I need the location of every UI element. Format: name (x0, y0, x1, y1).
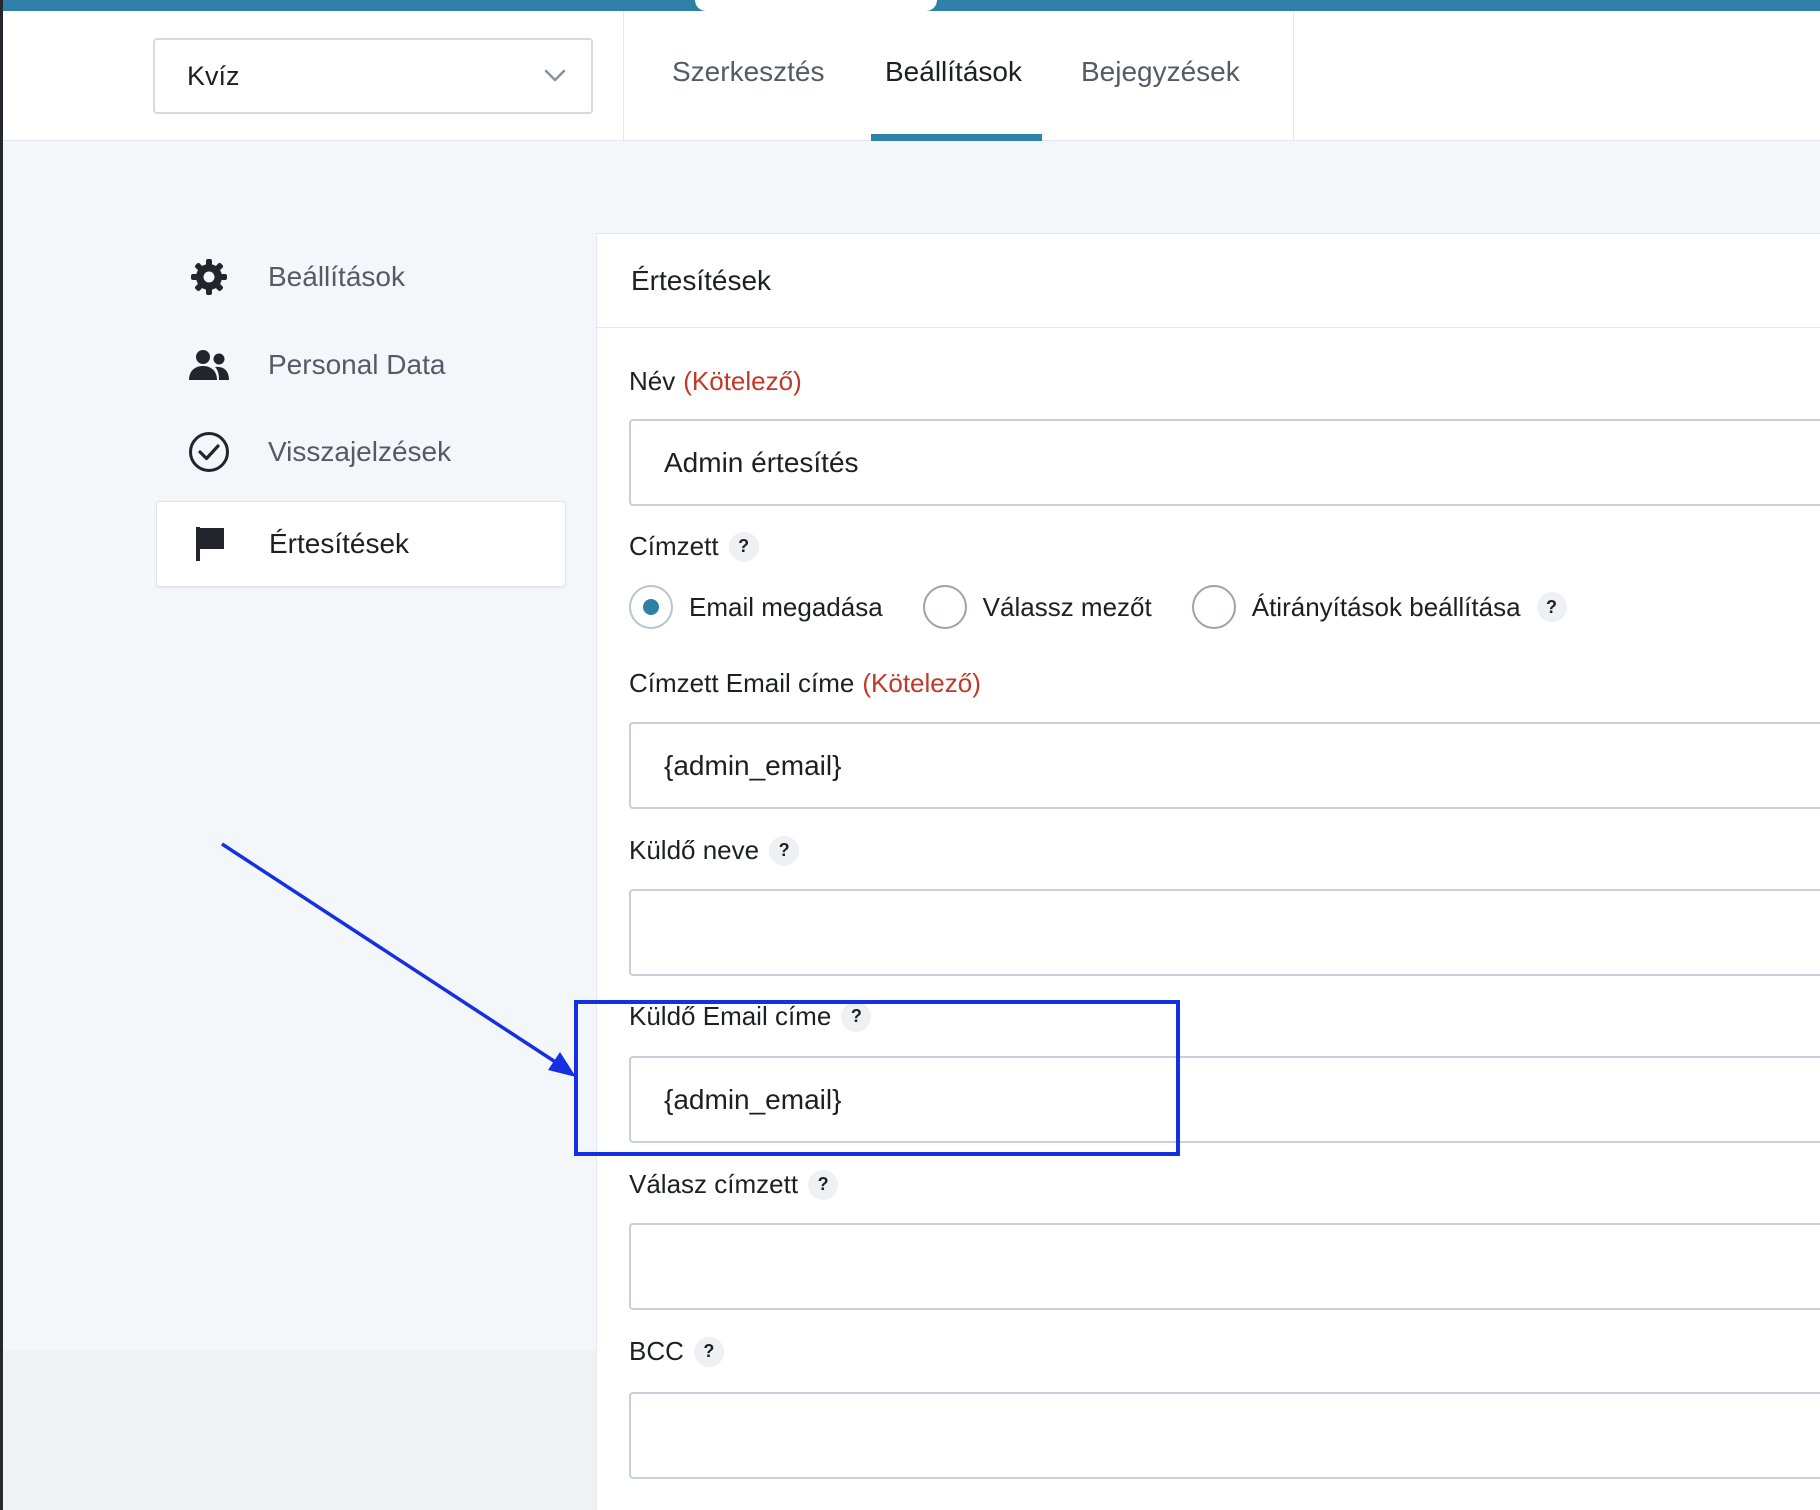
sidebar-item-personal-data[interactable]: Personal Data (156, 322, 566, 408)
tab-settings[interactable]: Beállítások (885, 56, 1022, 96)
radio-routing-label[interactable]: Átirányítások beállítása (1252, 592, 1521, 623)
active-tab-indicator (871, 134, 1042, 141)
help-icon[interactable]: ? (1536, 592, 1567, 622)
sidebar-item-settings[interactable]: Beállítások (156, 234, 566, 320)
radio-email-input[interactable] (629, 585, 673, 629)
tab-entries[interactable]: Bejegyzések (1081, 56, 1240, 96)
reply-to-label-text: Válasz címzett (629, 1169, 799, 1199)
flag-icon (185, 525, 235, 563)
name-label: Név (Kötelező) (629, 366, 802, 397)
help-icon[interactable]: ? (808, 1169, 839, 1200)
header-divider (623, 11, 624, 141)
users-icon (184, 348, 234, 382)
reply-to-label: Válasz címzett ? (629, 1169, 839, 1200)
help-icon[interactable]: ? (769, 835, 800, 866)
top-bar-notch (695, 0, 937, 11)
sender-name-input[interactable] (629, 889, 1820, 976)
sender-name-label-text: Küldő neve (629, 835, 760, 865)
radio-select-field[interactable] (922, 585, 967, 629)
check-circle-icon (184, 431, 234, 473)
form-selector-dropdown[interactable]: Kvíz (153, 38, 593, 114)
sidebar-item-label: Personal Data (268, 349, 446, 380)
bcc-label-text: BCC (629, 1336, 684, 1366)
sidebar-item-notifications[interactable]: Értesítések (156, 501, 566, 587)
sidebar-item-label: Visszajelzések (268, 436, 452, 467)
panel-title: Értesítések (631, 265, 772, 296)
sidebar-item-label: Értesítések (269, 528, 410, 559)
radio-routing[interactable] (1191, 585, 1236, 629)
radio-select-field-label[interactable]: Válassz mezőt (983, 592, 1152, 623)
recipient-label-text: Címzett (629, 531, 719, 561)
footer-area (3, 1350, 597, 1510)
recipient-radio-group: Email megadása Válassz mezőt Átirányítás… (629, 585, 1567, 629)
header-divider (1293, 11, 1294, 141)
sidebar-item-confirmations[interactable]: Visszajelzések (156, 409, 566, 495)
sender-name-label: Küldő neve ? (629, 835, 800, 866)
bcc-input[interactable] (629, 1392, 1820, 1479)
name-input[interactable]: Admin értesítés (629, 419, 1820, 506)
recipient-email-label: Címzett Email címe (Kötelező) (629, 668, 981, 699)
help-icon[interactable]: ? (728, 531, 759, 562)
required-marker: (Kötelező) (683, 366, 802, 396)
reply-to-input[interactable] (629, 1223, 1820, 1310)
gear-icon (184, 257, 234, 297)
chevron-down-icon (544, 69, 566, 82)
recipient-email-label-text: Címzett Email címe (629, 668, 855, 698)
recipient-label: Címzett ? (629, 531, 759, 562)
required-marker: (Kötelező) (862, 668, 981, 698)
annotation-highlight-box (574, 1000, 1180, 1156)
name-label-text: Név (629, 366, 676, 396)
panel-header-divider (596, 327, 1820, 328)
form-selector-value: Kvíz (187, 60, 240, 91)
recipient-email-input[interactable]: {admin_email} (629, 722, 1820, 809)
bcc-label: BCC ? (629, 1336, 724, 1367)
tab-edit[interactable]: Szerkesztés (672, 56, 825, 96)
radio-email-input-label[interactable]: Email megadása (689, 592, 883, 623)
sidebar-item-label: Beállítások (268, 261, 405, 292)
help-icon[interactable]: ? (693, 1336, 724, 1367)
admin-menu-edge (0, 0, 3, 1510)
